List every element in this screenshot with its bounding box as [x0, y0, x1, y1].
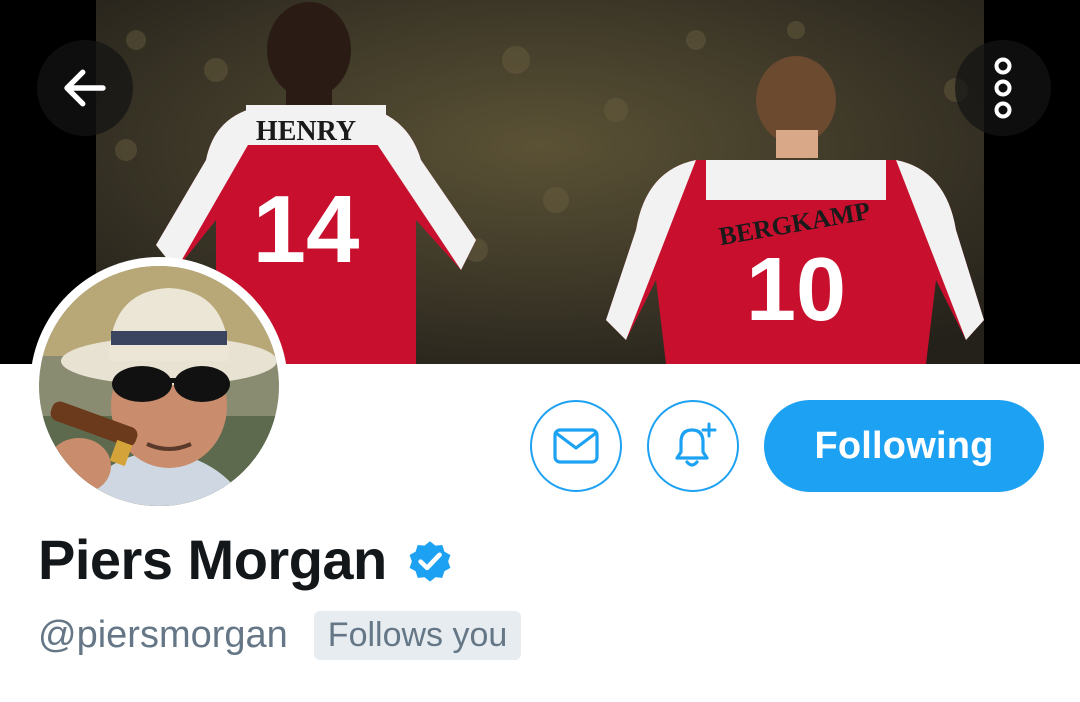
profile-page: HENRY 14 BERGKAMP 10 Following Piers Mor… [0, 0, 1080, 702]
avatar-photo [39, 266, 279, 506]
back-button[interactable] [37, 40, 133, 136]
henry-name: HENRY [256, 116, 356, 147]
avatar[interactable] [30, 257, 288, 515]
message-button[interactable] [530, 400, 622, 492]
follows-you-badge: Follows you [313, 610, 522, 660]
bergkamp-number: 10 [746, 240, 846, 340]
following-button[interactable]: Following [764, 400, 1044, 492]
notifications-button[interactable] [647, 400, 739, 492]
display-name-row: Piers Morgan [38, 527, 455, 591]
profile-handle: @piersmorgan [38, 613, 288, 656]
arrow-left-icon [64, 69, 106, 107]
envelope-icon [553, 428, 599, 464]
bell-plus-icon [675, 422, 717, 467]
more-vertical-icon [994, 57, 1012, 119]
more-options-button[interactable] [955, 40, 1051, 136]
verified-badge-icon [409, 541, 451, 582]
henry-number: 14 [253, 176, 360, 283]
display-name: Piers Morgan [38, 527, 387, 591]
handle-row: @piersmorgan Follows you [38, 608, 522, 662]
